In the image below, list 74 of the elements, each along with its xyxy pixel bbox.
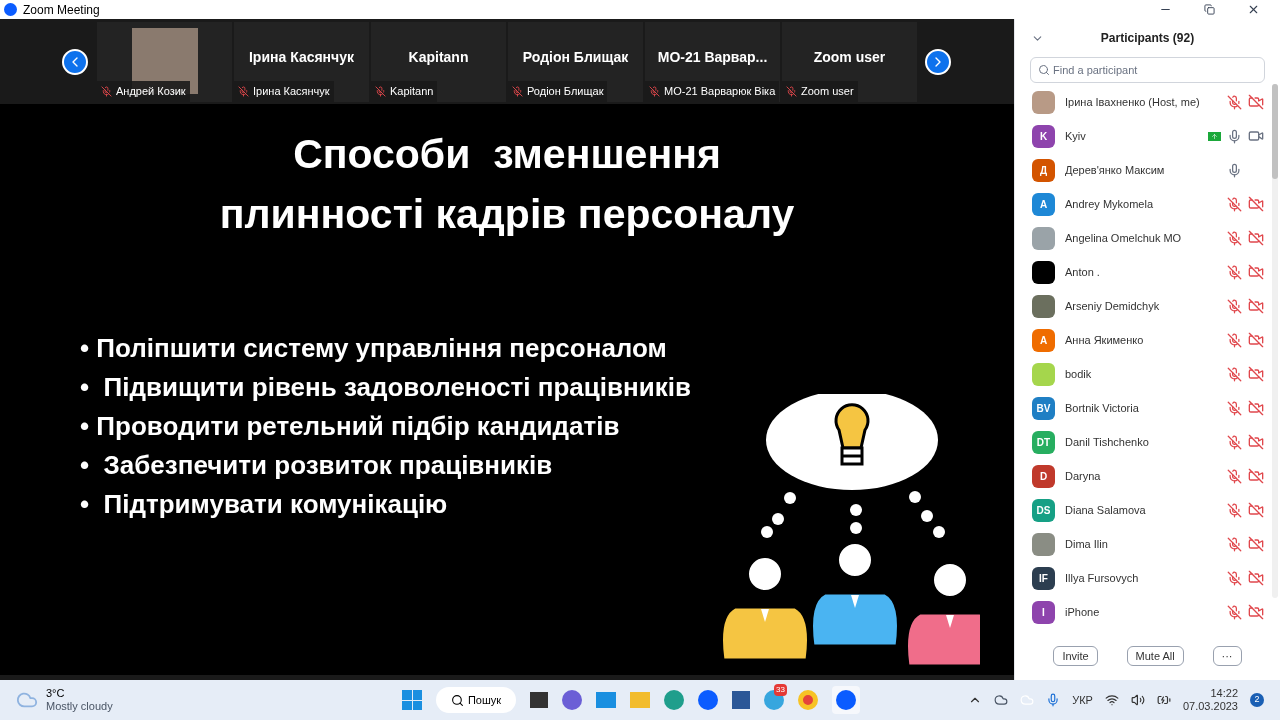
participant-row[interactable]: K Kyiv	[1015, 119, 1272, 153]
participant-row[interactable]: Д Дерев'янко Максим	[1015, 153, 1272, 187]
clock-date[interactable]: 07.03.2023	[1182, 700, 1238, 713]
avatar: I	[1032, 600, 1055, 624]
participant-name: Andrey Mykomela	[1065, 196, 1154, 212]
participant-name: Ірина Івахненко (Host, me)	[1065, 94, 1200, 110]
notification-count[interactable]: 2	[1250, 693, 1264, 707]
panel-button[interactable]: Invite	[1053, 646, 1098, 666]
avatar: DS	[1032, 498, 1055, 522]
participant-name: Diana Salamova	[1065, 502, 1146, 518]
avatar: A	[1032, 328, 1055, 352]
participant-row[interactable]: Dima Ilin	[1015, 527, 1272, 561]
bullet-point: • Поліпшити систему управління персоналом	[80, 332, 668, 365]
participant-row[interactable]: DT Danil Tishchenko	[1015, 425, 1272, 459]
bullet-point: • Підтримувати комунікацію	[80, 488, 449, 521]
label-text: Ірина Касянчук	[253, 84, 330, 99]
participant-row[interactable]: Anton .	[1015, 255, 1272, 289]
participant-name: Angelina Omelchuk MO	[1065, 230, 1182, 246]
label-text: Родіон Блищак	[527, 84, 604, 99]
avatar: A	[1032, 192, 1055, 216]
avatar: D	[1032, 464, 1055, 488]
panel-title: Participants (92)	[1100, 30, 1195, 47]
participant-row[interactable]: D Daryna	[1015, 459, 1272, 493]
participant-name: Kapitann	[408, 48, 469, 67]
participant-row[interactable]: IF Illya Fursovych	[1015, 561, 1272, 595]
participant-name: bodik	[1065, 366, 1092, 382]
participant-name: iPhone	[1065, 604, 1100, 620]
participant-row[interactable]: BV Bortnik Victoria	[1015, 391, 1272, 425]
participant-row[interactable]: A Анна Якименко	[1015, 323, 1272, 357]
avatar: DT	[1032, 430, 1055, 454]
participant-row[interactable]: Angelina Omelchuk MO	[1015, 221, 1272, 255]
panel-button[interactable]: ···	[1212, 646, 1242, 666]
weather-condition: Mostly cloudy	[46, 700, 113, 713]
participant-row[interactable]: bodik	[1015, 357, 1272, 391]
participant-name: Bortnik Victoria	[1065, 400, 1139, 416]
label-text: Kapitann	[390, 84, 434, 99]
avatar: IF	[1032, 566, 1055, 590]
label-text: Андрей Козик	[116, 84, 186, 99]
avatar: K	[1032, 124, 1055, 148]
participant-row[interactable]: A Andrey Mykomela	[1015, 187, 1272, 221]
clock-time[interactable]: 14:22	[1210, 687, 1238, 700]
participant-name: Родіон Блищак	[522, 48, 629, 67]
taskbar-search[interactable]: Пошук	[436, 687, 516, 713]
avatar: Д	[1032, 158, 1055, 182]
participant-name: Dima Ilin	[1065, 536, 1108, 552]
participant-name: Анна Якименко	[1065, 332, 1144, 348]
participant-name: МО-21 Варвар...	[657, 48, 768, 67]
participant-row[interactable]: Arseniy Demidchyk	[1015, 289, 1272, 323]
participant-name: Daryna	[1065, 468, 1101, 484]
participant-row[interactable]: Ірина Івахненко (Host, me)	[1015, 85, 1272, 119]
slide-title: плинності кадрів персоналу	[219, 190, 795, 239]
participant-name: Zoom user	[813, 48, 886, 67]
label-text: Zoom user	[801, 84, 854, 99]
bullet-point: • Забезпечити розвиток працівників	[80, 449, 554, 482]
participant-name: Illya Fursovych	[1065, 570, 1139, 586]
bullet-point: • Підвищити рівень задоволеності працівників	[80, 371, 692, 404]
participant-name: Дерев'янко Максим	[1065, 162, 1165, 178]
label-text: МО-21 Варварюк Віка	[664, 84, 776, 99]
bullet-point: • Проводити ретельний підбір кандидатів	[80, 410, 621, 443]
window-title: Zoom Meeting	[23, 1, 100, 19]
participant-name: Ірина Касянчук	[249, 48, 354, 67]
notification-badge: 33	[774, 684, 787, 696]
participant-row[interactable]: I iPhone	[1015, 595, 1272, 629]
slide-title: Способи зменшення	[293, 130, 721, 179]
participant-name: Kyiv	[1065, 128, 1086, 144]
participant-name: Anton .	[1065, 264, 1100, 280]
participant-name: Danil Tishchenko	[1065, 434, 1149, 450]
search-field[interactable]: Find a participant	[1030, 57, 1265, 83]
participant-name: Arseniy Demidchyk	[1065, 298, 1160, 314]
panel-button[interactable]: Mute All	[1126, 646, 1184, 666]
avatar: BV	[1032, 396, 1055, 420]
temperature: 3°C	[46, 687, 66, 700]
language-indicator[interactable]: УКР	[1072, 691, 1093, 709]
participant-row[interactable]: DS Diana Salamova	[1015, 493, 1272, 527]
